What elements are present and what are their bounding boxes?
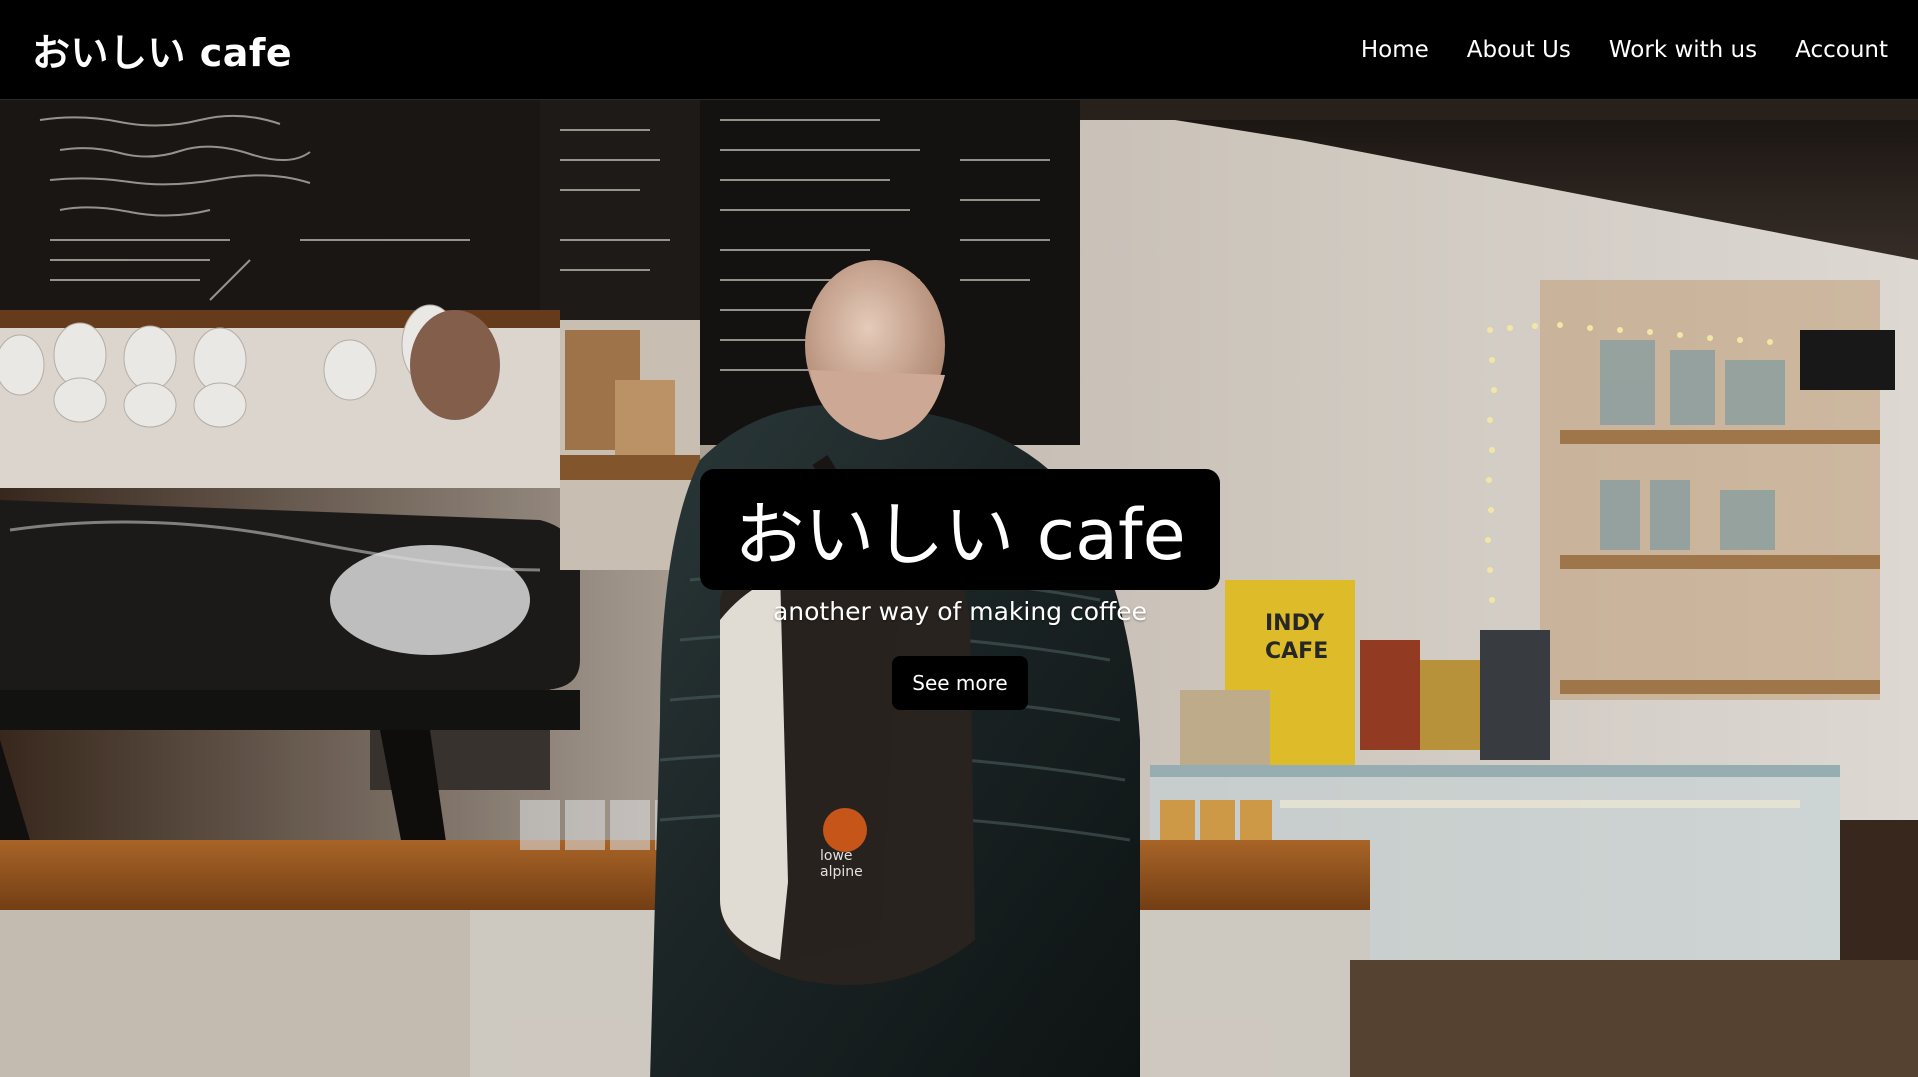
nav-link-about-us[interactable]: About Us bbox=[1467, 37, 1571, 63]
hero-subtitle: another way of making coffee bbox=[772, 597, 1148, 626]
hero-title: おいしい cafe bbox=[700, 469, 1220, 590]
nav-link-home[interactable]: Home bbox=[1361, 37, 1429, 63]
nav-menu: Home About Us Work with us Account bbox=[1361, 37, 1888, 63]
nav-link-work-with-us[interactable]: Work with us bbox=[1609, 37, 1757, 63]
hero-section: INDY CAFE lowe alpine おいしい cafe another … bbox=[0, 100, 1918, 1077]
see-more-button[interactable]: See more bbox=[892, 656, 1028, 710]
brand-logo[interactable]: おいしい cafe bbox=[32, 22, 292, 77]
navbar: おいしい cafe Home About Us Work with us Acc… bbox=[0, 0, 1918, 100]
nav-link-account[interactable]: Account bbox=[1795, 37, 1888, 63]
